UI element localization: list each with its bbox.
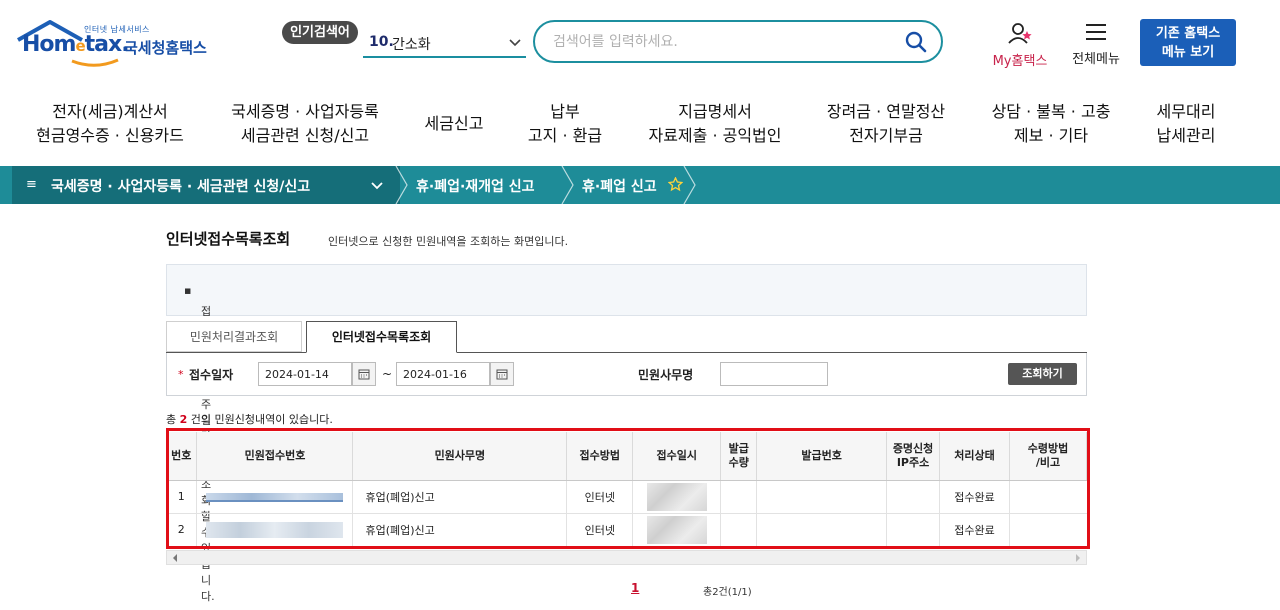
- notice-text: ▪ 접수일자는 1주일 단위로 조회할 수 있습니다.: [184, 284, 215, 603]
- nav-item-tax-agent[interactable]: 세무대리 납세관리: [1148, 100, 1224, 148]
- date-label: 접수일자: [189, 368, 234, 382]
- nav-item-sublabel: 현금영수증 · 신용카드: [36, 126, 184, 145]
- my-hometax-button[interactable]: My홈택스: [985, 22, 1055, 69]
- logo-wordmark: Hometax.: [22, 32, 130, 57]
- classic-menu-line1: 기존 홈택스: [1155, 26, 1221, 41]
- nav-item-certificates[interactable]: 국세증명 · 사업자등록 세금관련 신청/신고: [226, 100, 384, 148]
- calendar-icon: [496, 369, 508, 380]
- breadcrumb-level1[interactable]: 국세증명 · 사업자등록 · 세금관련 신청/신고: [51, 176, 310, 196]
- favorite-star-icon[interactable]: [668, 177, 683, 192]
- nav-item-label: 세금신고: [424, 114, 484, 133]
- hometax-logo[interactable]: 인터넷 납세서비스 Hometax. 국세청홈택스: [14, 18, 224, 70]
- search-input[interactable]: [553, 31, 883, 53]
- tab-result-inquiry[interactable]: 민원처리결과조회: [166, 321, 302, 352]
- popular-keyword-badge: 인기검색어: [282, 21, 358, 44]
- main-nav: 전자(세금)계산서 현금영수증 · 신용카드 국세증명 · 사업자등록 세금관련…: [0, 92, 1280, 162]
- breadcrumb-separator-icon: [683, 166, 696, 204]
- popular-term: 간소화: [392, 37, 431, 53]
- horizontal-scrollbar[interactable]: [166, 550, 1087, 565]
- user-star-icon: [1008, 23, 1032, 44]
- date-range-separator: ~: [382, 367, 393, 381]
- calendar-from-button[interactable]: [352, 362, 376, 386]
- scroll-left-icon[interactable]: [171, 553, 179, 563]
- breadcrumb-level3[interactable]: 휴·폐업 신고: [582, 176, 657, 196]
- search-box: [533, 20, 943, 63]
- my-hometax-label: My홈택스: [992, 54, 1048, 69]
- highlight-frame: [166, 428, 1090, 549]
- breadcrumb: ≡ 국세증명 · 사업자등록 · 세금관련 신청/신고 휴·폐업·재개업 신고 …: [0, 166, 1280, 204]
- nav-item-tax-return[interactable]: 세금신고: [418, 112, 490, 136]
- classic-menu-line2: 메뉴 보기: [1161, 45, 1215, 60]
- nav-item-einvoice[interactable]: 전자(세금)계산서 현금영수증 · 신용카드: [34, 100, 186, 148]
- breadcrumb-level2[interactable]: 휴·폐업·재개업 신고: [416, 176, 535, 196]
- nav-item-label: 국세증명 · 사업자등록: [231, 102, 379, 121]
- date-from-input[interactable]: [258, 362, 352, 386]
- menu-icon[interactable]: ≡: [26, 177, 37, 192]
- logo-swoosh-icon: [71, 58, 119, 67]
- tab-internet-receipt[interactable]: 인터넷접수목록조회: [306, 321, 457, 353]
- chevron-down-icon: [509, 39, 521, 47]
- nav-item-label: 납부: [550, 102, 580, 121]
- page-number-current[interactable]: 1: [631, 581, 639, 595]
- nav-item-payment[interactable]: 납부 고지 · 환급: [520, 100, 610, 148]
- logo-org-name: 국세청홈택스: [124, 39, 207, 57]
- nav-item-label: 전자(세금)계산서: [52, 102, 168, 121]
- nav-item-label: 지급명세서: [678, 102, 752, 121]
- date-to-input[interactable]: [396, 362, 490, 386]
- office-label: 민원사무명: [638, 368, 694, 382]
- popular-rank: 10.: [369, 34, 394, 50]
- nav-item-label: 세무대리: [1156, 102, 1216, 121]
- result-count: 총 2 건의 민원신청내역이 있습니다.: [166, 413, 333, 426]
- required-mark: *: [178, 368, 184, 381]
- nav-item-sublabel: 제보 · 기타: [1013, 126, 1089, 145]
- classic-menu-button[interactable]: 기존 홈택스 메뉴 보기: [1140, 19, 1236, 66]
- nav-item-label: 상담 · 불복 · 고충: [991, 102, 1111, 121]
- search-icon[interactable]: [905, 31, 927, 53]
- breadcrumb-separator-icon: [561, 166, 574, 204]
- nav-item-sublabel: 고지 · 환급: [527, 126, 603, 145]
- nav-item-sublabel: 세금관련 신청/신고: [240, 126, 370, 145]
- tab-bar: 민원처리결과조회 인터넷접수목록조회: [166, 321, 1087, 353]
- nav-item-sublabel: 납세관리: [1156, 126, 1216, 145]
- search-filter: * 접수일자 ~ 민원사무명 조회하기: [166, 353, 1087, 396]
- hamburger-icon: [1086, 24, 1106, 40]
- chevron-down-icon[interactable]: [370, 179, 384, 193]
- page-description: 인터넷으로 신청한 민원내역을 조회하는 화면입니다.: [328, 235, 569, 248]
- office-name-input[interactable]: [720, 362, 828, 386]
- page-title: 인터넷접수목록조회: [166, 230, 291, 248]
- all-menu-label: 전체메뉴: [1072, 52, 1120, 67]
- popular-keyword-select[interactable]: 10. 간소화: [363, 28, 526, 58]
- nav-item-label: 장려금 · 연말정산: [826, 102, 946, 121]
- page-total: 총2건(1/1): [703, 587, 752, 598]
- nav-item-year-end[interactable]: 장려금 · 연말정산 전자기부금: [820, 100, 952, 148]
- nav-item-consult[interactable]: 상담 · 불복 · 고충 제보 · 기타: [984, 100, 1118, 148]
- scroll-right-icon[interactable]: [1074, 553, 1082, 563]
- header: 인터넷 납세서비스 Hometax. 국세청홈택스 인기검색어 10. 간소화 …: [0, 0, 1280, 88]
- breadcrumb-separator-icon: [395, 166, 408, 204]
- nav-item-payment-statement[interactable]: 지급명세서 자료제출 · 공익법인: [640, 100, 790, 148]
- notice-box: ▪ 접수일자는 1주일 단위로 조회할 수 있습니다.: [166, 264, 1087, 603]
- nav-item-sublabel: 자료제출 · 공익법인: [648, 126, 782, 145]
- calendar-to-button[interactable]: [490, 362, 514, 386]
- calendar-icon: [358, 369, 370, 380]
- all-menu-button[interactable]: 전체메뉴: [1064, 22, 1128, 67]
- search-button[interactable]: 조회하기: [1008, 363, 1077, 385]
- nav-item-sublabel: 전자기부금: [849, 126, 923, 145]
